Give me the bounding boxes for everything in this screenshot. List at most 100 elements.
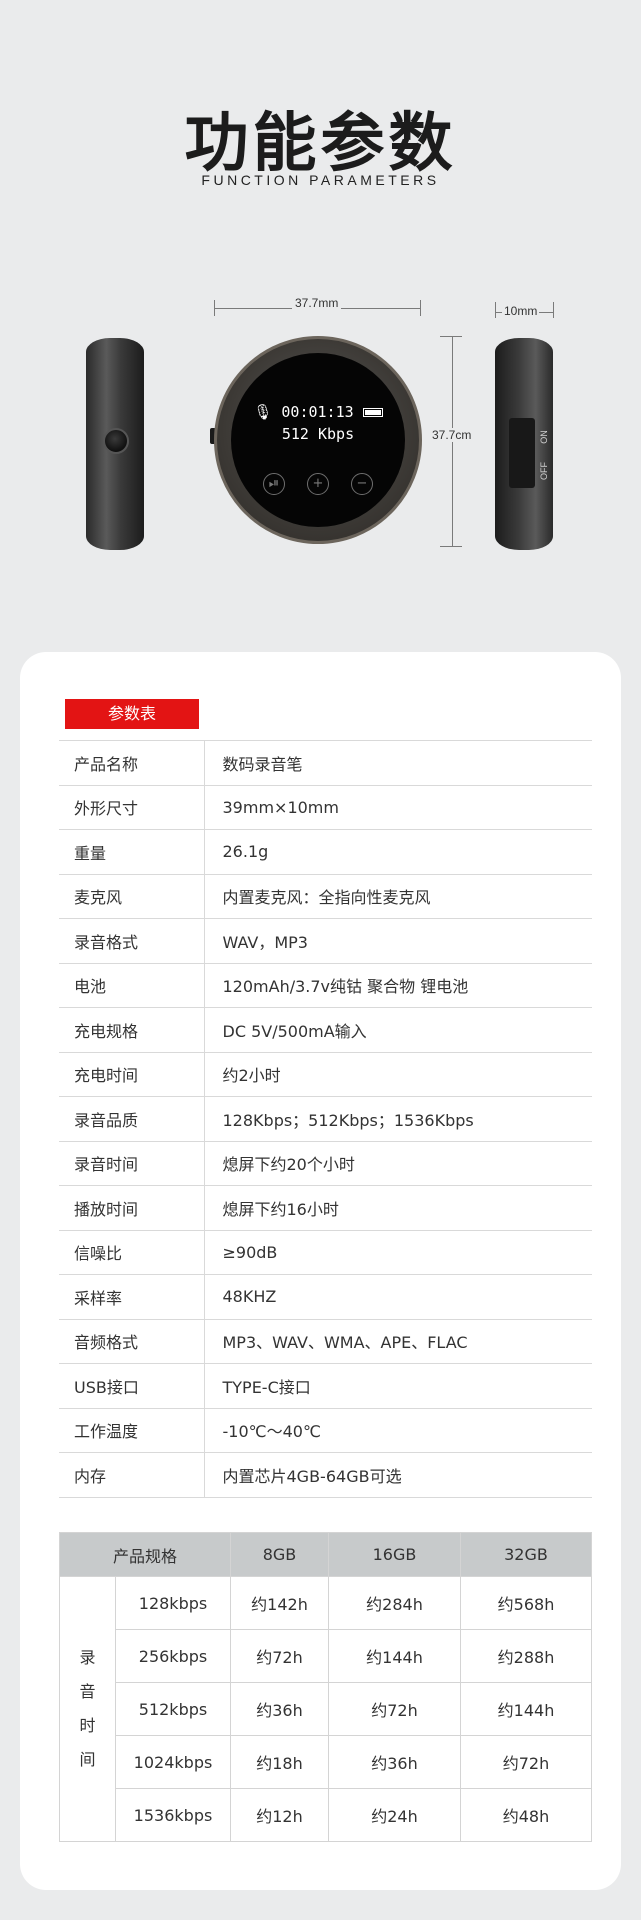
table-row: 内存 内置芯片4GB-64GB可选 [59,1452,592,1498]
parameter-table-badge: 参数表 [65,699,199,729]
capacity-header-row: 产品规格 8GB 16GB 32GB [59,1532,592,1577]
minus-icon: − [351,473,373,495]
battery-icon [362,408,383,417]
page-subtitle: FUNCTION PARAMETERS [201,172,440,188]
device-side-view-left [86,338,144,550]
param-value: 39mm×10mm [204,784,592,830]
param-key: 充电时间 [59,1051,205,1097]
param-value: MP3、WAV、WMA、APE、FLAC [204,1318,592,1364]
param-value: DC 5V/500mA输入 [204,1007,592,1052]
param-key: 录音格式 [59,918,205,963]
table-row: 充电时间 约2小时 [59,1051,592,1097]
capacity-32gb-cell: 约568h [460,1576,592,1630]
row-label-char: 音 [79,1682,96,1701]
device-illustration: 37.7mm 10mm 37.7cm 🎙 00:01:13 512 Kbps ⏯… [0,280,641,580]
row-label-char: 录 [79,1648,96,1667]
table-row: 播放时间 熄屏下约16小时 [59,1185,592,1230]
thickness-dimension-label: 10mm [502,304,540,318]
capacity-header-8gb: 8GB [230,1532,329,1577]
row-label-char: 时 [79,1716,96,1735]
power-switch: ON OFF [509,418,549,488]
thickness-dimension-tick-left [495,302,496,318]
headphone-port-icon [103,428,129,454]
bitrate-cell: 256kbps [115,1629,231,1683]
bitrate-cell: 512kbps [115,1682,231,1736]
thickness-dimension-tick-right [553,302,554,318]
bitrate-cell: 128kbps [115,1576,231,1630]
table-row: USB接口 TYPE-C接口 [59,1363,592,1408]
height-dimension-tick-bottom [440,546,462,547]
param-value: 48KHZ [204,1274,592,1319]
play-pause-icon: ⏯ [263,473,285,495]
table-row: 256kbps 约72h 约144h 约288h [60,1629,592,1683]
width-dimension-tick-right [420,300,421,316]
recording-time-label: 录 音 时 间 [59,1576,116,1842]
capacity-32gb-cell: 约144h [460,1682,592,1736]
param-key: 播放时间 [59,1185,205,1230]
param-value: ≥90dB [204,1229,592,1275]
capacity-header-spec: 产品规格 [59,1532,231,1577]
height-dimension-label: 37.7cm [430,428,474,442]
height-dimension-tick-top [440,336,462,337]
table-row: 1536kbps 约12h 约24h 约48h [60,1788,592,1842]
parameter-card: 参数表 产品名称 数码录音笔 外形尺寸 39mm×10mm 重量 26.1g 麦克风内… [20,652,621,1890]
capacity-16gb-cell: 约144h [328,1629,461,1683]
param-value: 熄屏下约20个小时 [204,1140,592,1186]
param-key: 工作温度 [59,1407,205,1453]
table-row: 信噪比 ≥90dB [59,1229,592,1275]
param-value: 128Kbps；512Kbps；1536Kbps [204,1096,592,1141]
param-key: 麦克风 [59,873,205,919]
capacity-32gb-cell: 约72h [460,1735,592,1789]
capacity-8gb-cell: 约18h [230,1735,329,1789]
table-row: 录音品质 128Kbps；512Kbps；1536Kbps [59,1096,592,1141]
param-key: 内存 [59,1452,205,1498]
param-key: 外形尺寸 [59,784,205,830]
screen-time-readout: 🎙 00:01:13 [231,403,405,421]
capacity-8gb-cell: 约72h [230,1629,329,1683]
param-key: 信噪比 [59,1229,205,1275]
table-row: 512kbps 约36h 约72h 约144h [60,1682,592,1736]
plus-icon: + [307,473,329,495]
param-key: 电池 [59,962,205,1008]
param-key: 采样率 [59,1274,205,1319]
param-key: 产品名称 [59,740,205,785]
param-value: TYPE-C接口 [204,1363,592,1408]
param-key: USB接口 [59,1363,205,1408]
capacity-8gb-cell: 约142h [230,1576,329,1630]
row-label-char: 间 [79,1750,96,1769]
screen-time: 00:01:13 [281,403,354,421]
capacity-8gb-cell: 约36h [230,1682,329,1736]
table-row: 录音时间 熄屏下约20个小时 [59,1140,592,1186]
param-value: 120mAh/3.7v纯钴 聚合物 锂电池 [204,962,592,1008]
width-dimension-label: 37.7mm [292,296,342,310]
table-row: 1024kbps 约18h 约36h 约72h [60,1735,592,1789]
recording-capacity-table: 产品规格 8GB 16GB 32GB 录 音 时 间 128kbps 约142h… [59,1532,592,1842]
param-value: -10℃～40℃ [204,1407,592,1453]
table-row: 重量 26.1g [59,829,592,874]
table-row: 录 音 时 间 128kbps 约142h 约284h 约568h [59,1576,592,1842]
table-row: 电池 120mAh/3.7v纯钴 聚合物 锂电池 [59,962,592,1008]
param-value: 约2小时 [204,1051,592,1097]
param-value: 26.1g [204,829,592,874]
table-row: 外形尺寸 39mm×10mm [59,784,592,830]
bitrate-cell: 1024kbps [115,1735,231,1789]
param-value: WAV，MP3 [204,918,592,963]
table-row: 录音格式 WAV，MP3 [59,918,592,963]
param-key: 音频格式 [59,1318,205,1364]
param-key: 录音品质 [59,1096,205,1141]
capacity-16gb-cell: 约36h [328,1735,461,1789]
table-row: 采样率 48KHZ [59,1274,592,1319]
switch-off-label: OFF [539,462,549,480]
capacity-header-32gb: 32GB [460,1532,592,1577]
switch-on-label: ON [538,430,549,444]
bitrate-cell: 1536kbps [115,1788,231,1842]
parameter-table: 产品名称 数码录音笔 外形尺寸 39mm×10mm 重量 26.1g 麦克风 内置麦克风… [59,740,592,1498]
capacity-16gb-cell: 约72h [328,1682,461,1736]
param-key: 重量 [59,829,205,874]
capacity-16gb-cell: 约284h [328,1576,461,1630]
param-value: 数码录音笔 [204,740,592,785]
table-row: 产品名称 数码录音笔 [59,740,592,785]
table-row: 充电规格 DC 5V/500mA输入 [59,1007,592,1052]
param-value: 内置芯片4GB-64GB可选 [204,1452,592,1498]
param-key: 录音时间 [59,1140,205,1186]
